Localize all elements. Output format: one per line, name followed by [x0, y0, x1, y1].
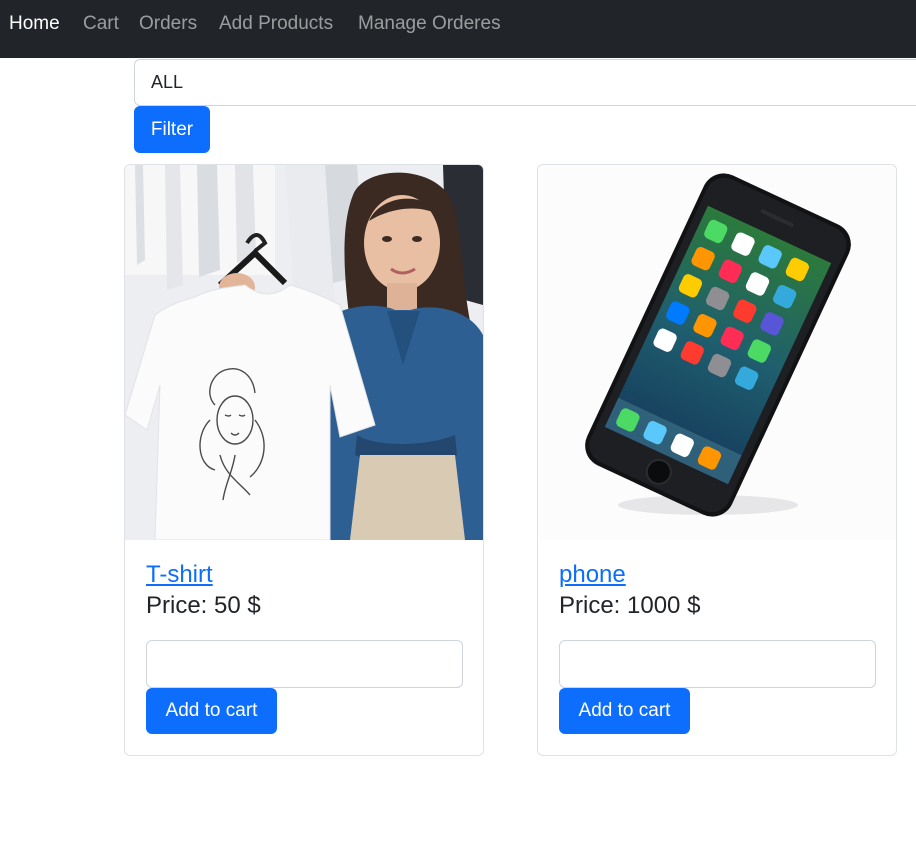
product-title-link[interactable]: T-shirt	[146, 561, 213, 589]
add-to-cart-button[interactable]: Add to cart	[559, 688, 690, 734]
product-price: Price: 50 $	[146, 592, 261, 619]
product-title-link[interactable]: phone	[559, 561, 626, 589]
filter-button[interactable]: Filter	[134, 106, 210, 153]
nav-orders-link[interactable]: Orders	[139, 13, 197, 35]
product-image-tshirt	[125, 165, 483, 540]
quantity-input[interactable]	[559, 640, 876, 688]
product-image-phone	[538, 165, 896, 540]
category-select[interactable]: ALL	[134, 59, 916, 106]
product-card-tshirt: T-shirt Price: 50 $ Add to cart	[124, 164, 484, 756]
product-price: Price: 1000 $	[559, 592, 701, 619]
nav-cart-link[interactable]: Cart	[83, 13, 119, 35]
nav-manage-orders-link[interactable]: Manage Orderes	[358, 13, 501, 35]
product-card-phone: phone Price: 1000 $ Add to cart	[537, 164, 897, 756]
nav-add-products-link[interactable]: Add Products	[219, 13, 333, 35]
quantity-input[interactable]	[146, 640, 463, 688]
navbar: Home Cart Orders Add Products Manage Ord…	[0, 0, 916, 58]
add-to-cart-button[interactable]: Add to cart	[146, 688, 277, 734]
nav-home-link[interactable]: Home	[9, 13, 60, 35]
